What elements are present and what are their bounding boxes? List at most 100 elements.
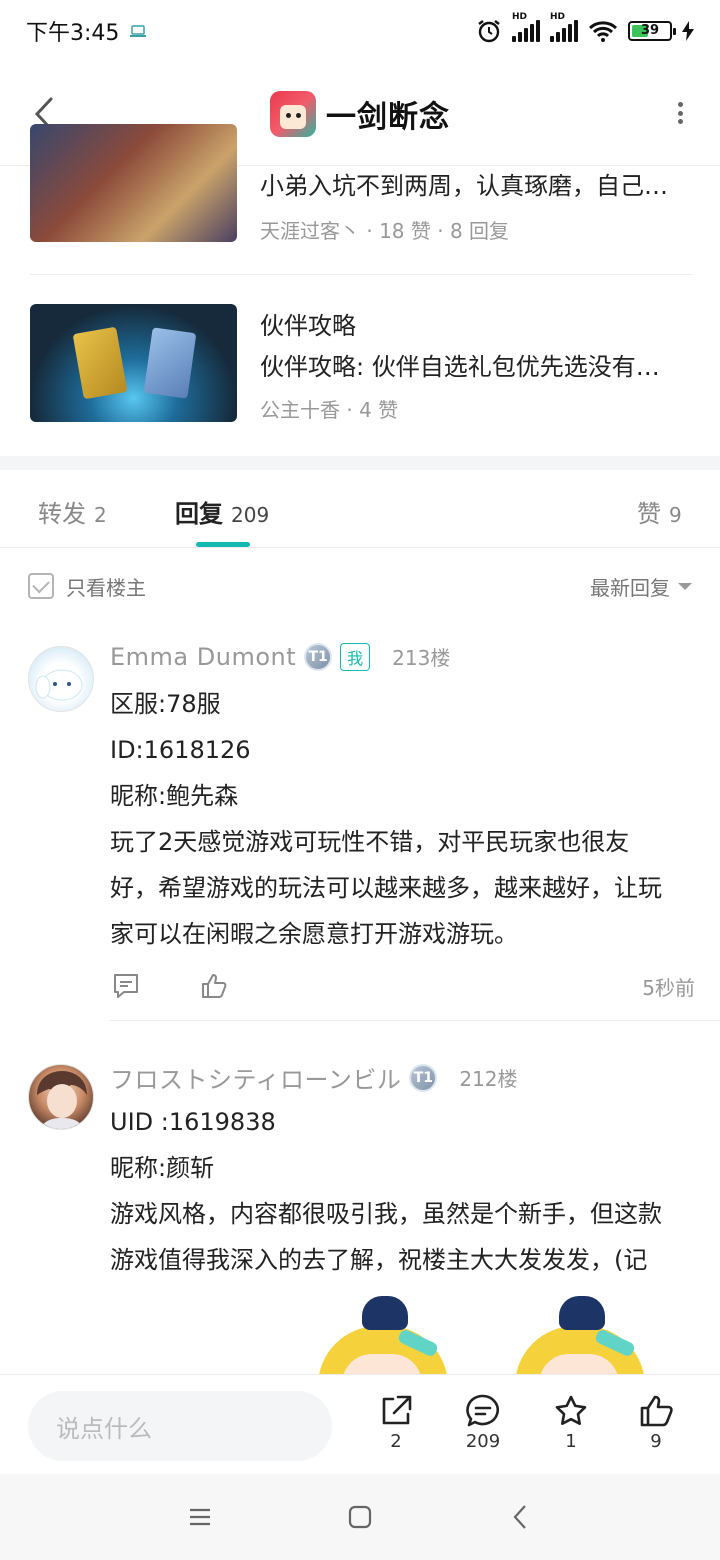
related-post-meta: 公主十香 · 4 赞 xyxy=(260,398,399,422)
tab-count: 9 xyxy=(669,503,682,527)
tab-count: 2 xyxy=(94,503,107,527)
nav-home-button[interactable] xyxy=(330,1487,390,1547)
comment-icon xyxy=(114,974,138,998)
battery-indicator: 39 xyxy=(628,21,676,41)
sticker-image[interactable] xyxy=(505,1296,655,1386)
charging-icon xyxy=(682,21,694,41)
comment-floor: 213楼 xyxy=(392,646,451,670)
comment-header: フロストシティローンビル T1 212楼 xyxy=(110,1060,518,1095)
comment-count: 209 xyxy=(465,1431,501,1452)
comment-input[interactable]: 说点什么 xyxy=(28,1391,332,1461)
related-post-meta: 天涯过客丶 · 18 赞 · 8 回复 xyxy=(260,219,510,243)
share-icon xyxy=(382,1395,412,1425)
comment-bubble-icon xyxy=(466,1394,499,1427)
nav-back-button[interactable] xyxy=(490,1487,550,1547)
alarm-icon xyxy=(478,20,500,43)
sort-dropdown[interactable]: 最新回复 xyxy=(590,572,692,601)
tab-label: 回复 xyxy=(175,500,223,528)
status-right: HD HD 39 xyxy=(476,12,694,44)
only-op-label: 只看楼主 xyxy=(66,575,146,600)
system-nav-bar xyxy=(0,1474,720,1560)
comment-line: 区服:78服 xyxy=(110,690,221,718)
comment-floor: 212楼 xyxy=(459,1067,518,1091)
game-title: 一剑断念 xyxy=(326,99,450,135)
filter-row: 只看楼主 最新回复 xyxy=(0,548,720,624)
tab-count: 209 xyxy=(231,503,270,527)
related-post-title: 伙伴攻略 xyxy=(260,312,356,340)
status-left: 下午3:45 xyxy=(26,15,147,47)
nav-back-icon xyxy=(513,1505,526,1529)
comment-line: 昵称:颜斩 xyxy=(110,1154,215,1182)
divider xyxy=(30,274,692,275)
only-op-toggle[interactable]: 只看楼主 xyxy=(28,572,146,601)
avatar-art xyxy=(37,1071,87,1129)
battery-level: 39 xyxy=(640,23,660,38)
comment-header: Emma Dumont T1 我 213楼 xyxy=(110,642,450,671)
thumbs-up-icon xyxy=(202,974,227,998)
like-button[interactable] xyxy=(198,970,230,1002)
home-square-icon xyxy=(348,1505,372,1529)
star-icon xyxy=(555,1395,587,1425)
comment-actions: 5秒前 xyxy=(110,966,695,1006)
status-time: 下午3:45 xyxy=(26,21,120,46)
signal-icon-1: HD xyxy=(512,12,540,42)
game-title-group[interactable]: 一剑断念 xyxy=(270,90,450,137)
bottom-action-bar: 说点什么 2 209 1 9 xyxy=(0,1374,720,1474)
divider xyxy=(110,1020,720,1021)
wifi-icon xyxy=(588,21,618,42)
tab-active-indicator xyxy=(196,542,250,547)
sort-label: 最新回复 xyxy=(590,575,670,600)
comment-line: 游戏风格，内容都很吸引我，虽然是个新手，但这款 xyxy=(110,1200,662,1228)
avatar-art xyxy=(35,669,83,701)
comment-line: 玩了2天感觉游戏可玩性不错，对平民玩家也很友 xyxy=(110,828,630,856)
comment-nickname[interactable]: フロストシティローンビル xyxy=(110,1060,401,1095)
tab-likes[interactable]: 赞 9 xyxy=(637,494,682,529)
comment-line: 家可以在闲暇之余愿意打开游戏游玩。 xyxy=(110,920,518,948)
avatar[interactable] xyxy=(28,1064,94,1130)
share-count: 2 xyxy=(390,1431,402,1452)
tab-replies[interactable]: 回复 209 xyxy=(175,494,269,529)
related-post-1[interactable]: 小弟入坑不到两周，认真琢磨，自己… 天涯过客丶 · 18 赞 · 8 回复 xyxy=(30,124,692,243)
comment-body: 区服:78服 ID:1618126 昵称:鲍先森 玩了2天感觉游戏可玩性不错，对… xyxy=(110,681,695,957)
status-bar: 下午3:45 HD HD 39 xyxy=(0,0,720,62)
comment-line: UID :1619838 xyxy=(110,1108,276,1136)
tab-label: 转发 xyxy=(38,500,86,528)
tab-bar: 转发 2 回复 209 赞 9 xyxy=(0,470,720,548)
signal-icon-2: HD xyxy=(550,12,578,42)
related-post-thumbnail xyxy=(30,304,237,422)
comment-line: 游戏值得我深入的去了解，祝楼主大大发发发，(记 xyxy=(110,1246,648,1274)
avatar[interactable] xyxy=(28,646,94,712)
game-logo xyxy=(270,90,316,137)
comment-line: 昵称:鲍先森 xyxy=(110,782,239,810)
comment-body: UID :1619838 昵称:颜斩 游戏风格，内容都很吸引我，虽然是个新手，但… xyxy=(110,1099,695,1283)
related-post-subtitle: 伙伴攻略: 伙伴自选礼包优先选没有… xyxy=(260,353,660,381)
more-options-button[interactable] xyxy=(672,98,688,128)
thumbs-up-icon xyxy=(640,1395,673,1427)
only-op-checkbox[interactable] xyxy=(28,573,54,599)
favorite-count: 1 xyxy=(565,1431,577,1452)
me-tag: 我 xyxy=(340,642,371,671)
related-post-title: 小弟入坑不到两周，认真琢磨，自己… xyxy=(260,172,668,200)
tab-label: 赞 xyxy=(637,500,661,528)
comment-nickname[interactable]: Emma Dumont xyxy=(110,643,296,671)
caret-down-icon xyxy=(678,582,692,590)
keyboard-icon xyxy=(130,25,147,37)
level-badge: T1 xyxy=(304,642,333,671)
reply-button[interactable] xyxy=(110,970,142,1002)
comment-line: ID:1618126 xyxy=(110,736,251,764)
level-badge: T1 xyxy=(409,1063,438,1092)
comment-time: 5秒前 xyxy=(642,975,695,1000)
tab-reposts[interactable]: 转发 2 xyxy=(38,494,107,529)
comment-button[interactable]: 209 xyxy=(453,1393,513,1452)
related-post-thumbnail xyxy=(30,124,237,242)
menu-icon xyxy=(190,1508,210,1526)
sticker-image[interactable] xyxy=(308,1296,458,1386)
comment-line: 好，希望游戏的玩法可以越来越多，越来越好，让玩 xyxy=(110,874,662,902)
like-post-button[interactable]: 9 xyxy=(626,1393,686,1452)
related-post-2[interactable]: 伙伴攻略 伙伴攻略: 伙伴自选礼包优先选没有… 公主十香 · 4 赞 xyxy=(30,304,692,422)
favorite-button[interactable]: 1 xyxy=(541,1393,601,1452)
share-button[interactable]: 2 xyxy=(366,1393,426,1452)
nav-menu-button[interactable] xyxy=(170,1487,230,1547)
like-count: 9 xyxy=(650,1431,662,1452)
section-gap xyxy=(0,456,720,470)
